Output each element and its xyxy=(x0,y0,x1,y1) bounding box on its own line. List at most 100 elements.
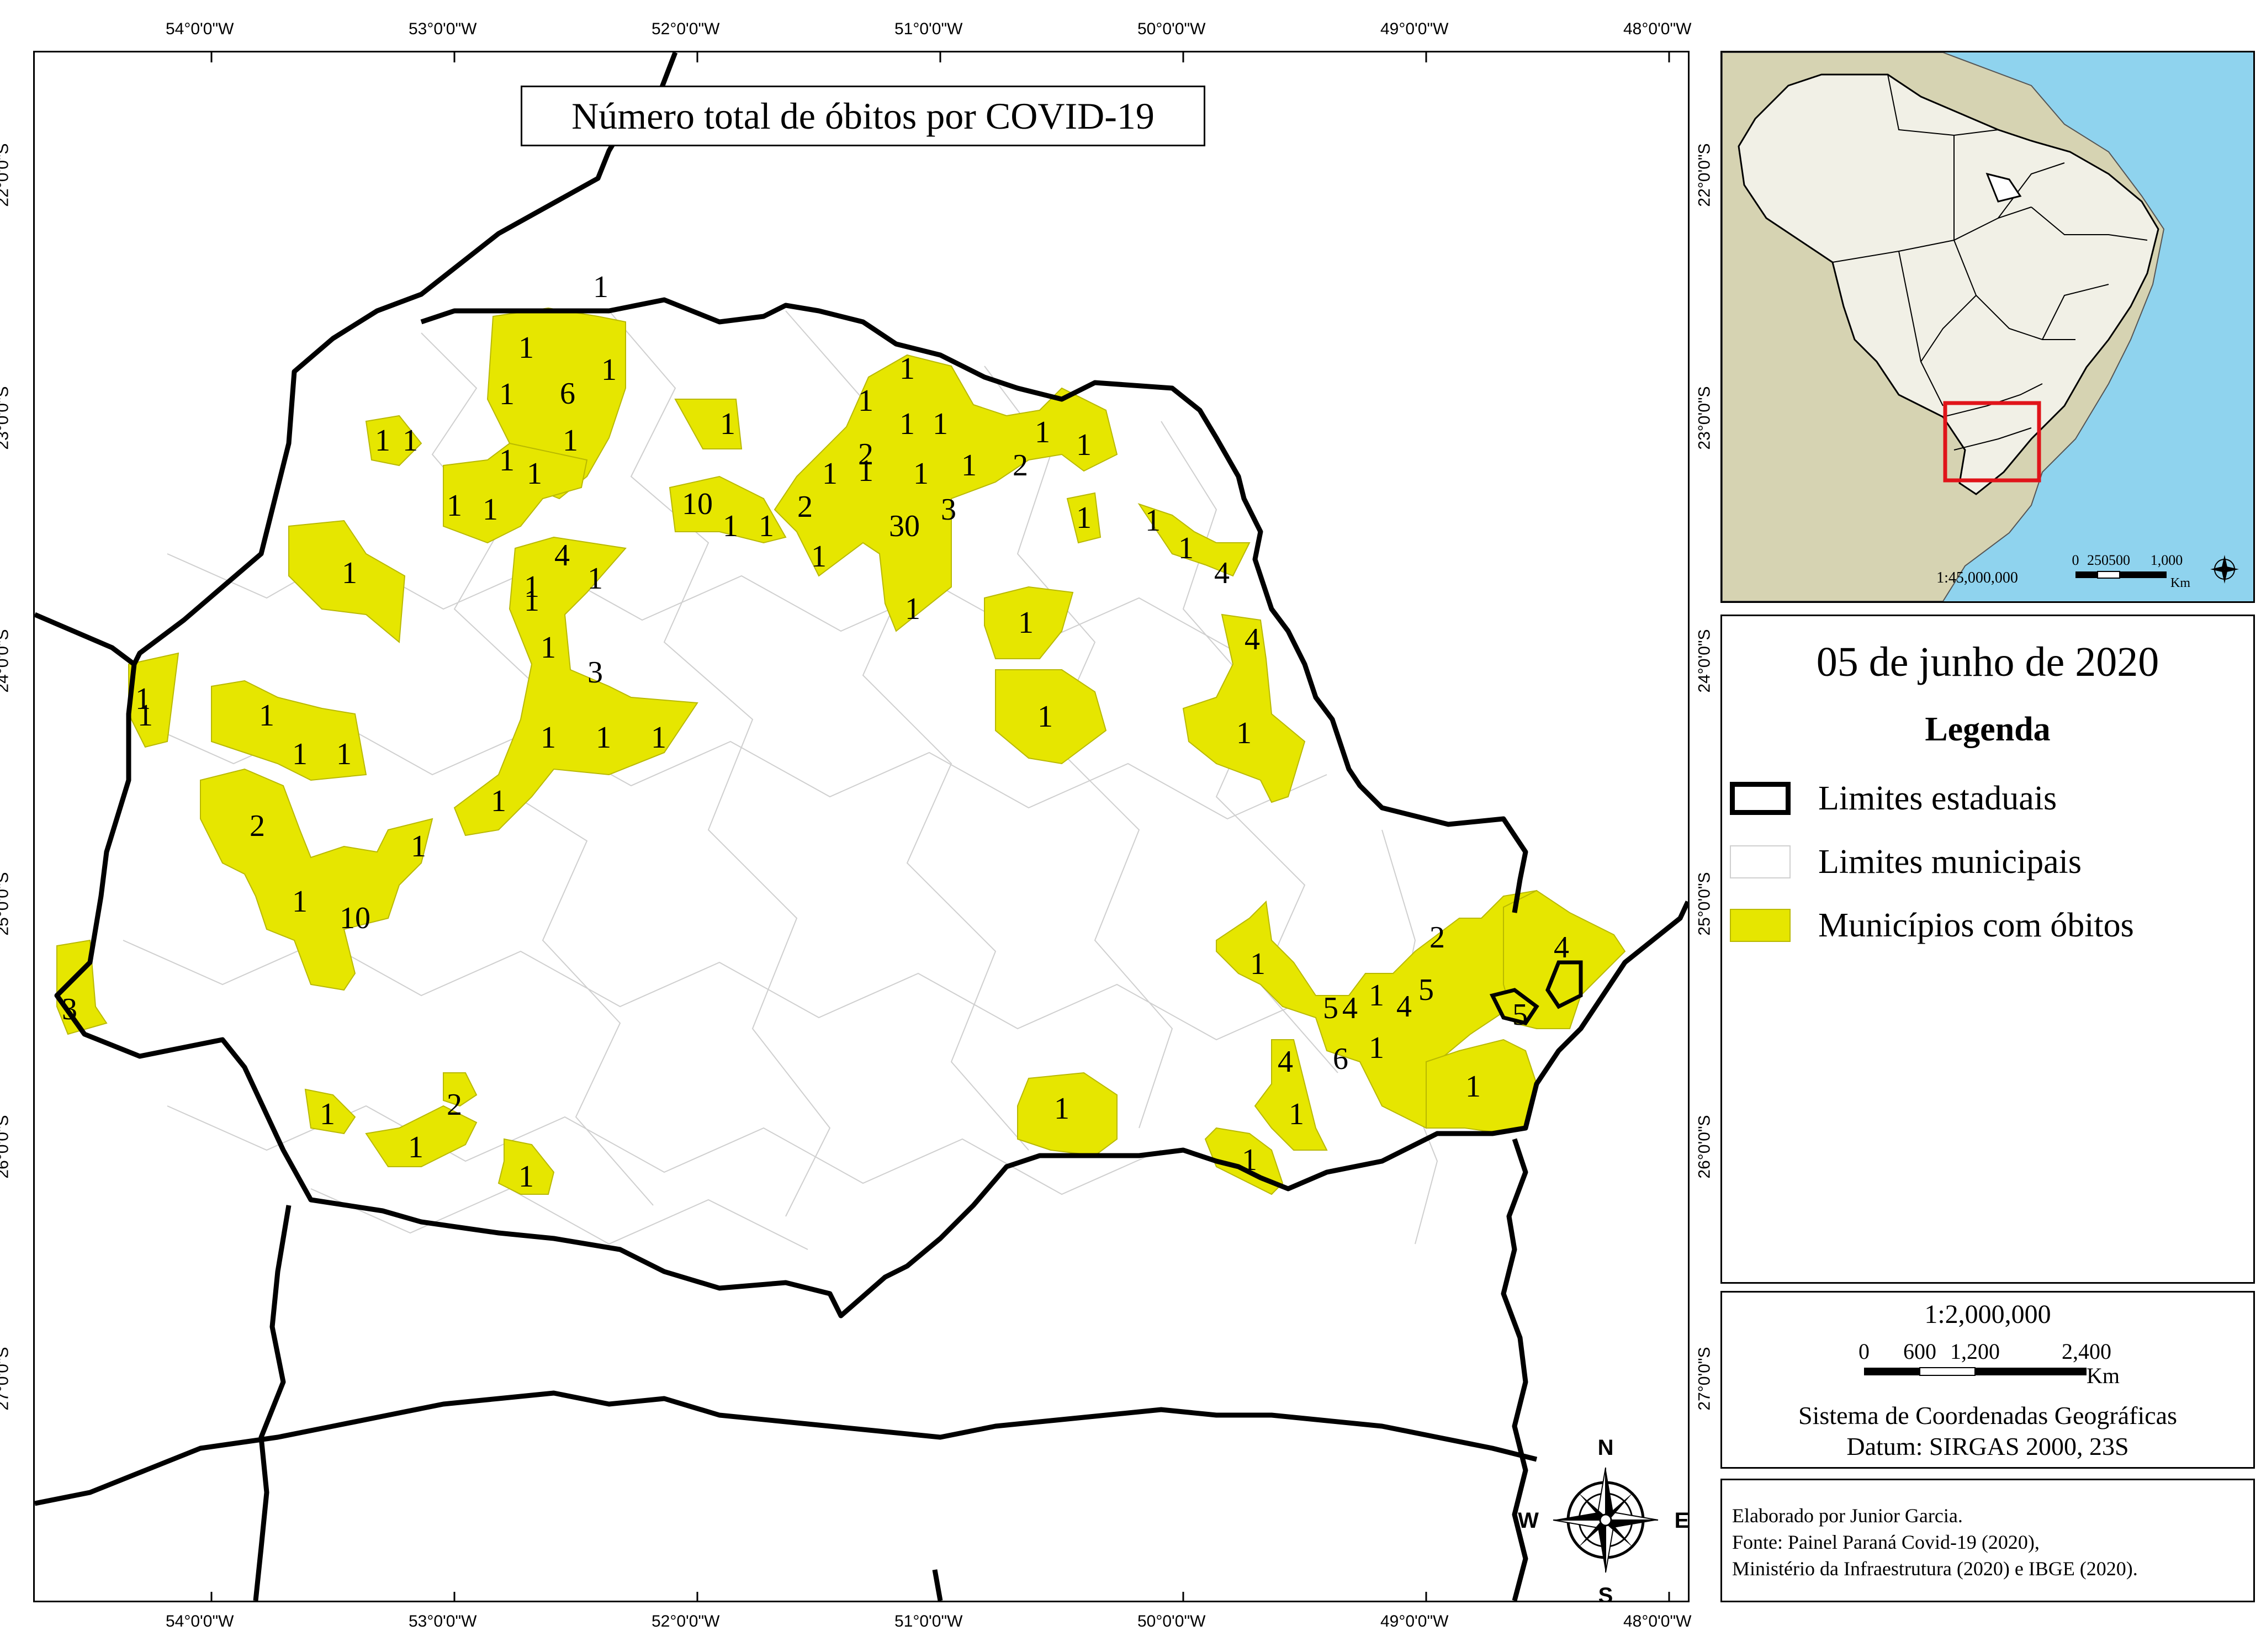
death-count-label: 1 xyxy=(587,562,603,596)
municipality-region xyxy=(1182,613,1306,803)
death-count-label: 6 xyxy=(560,377,575,411)
map-canvas: 1161111 11 11 11111 1121 1 1 21 1101 123013 1 11141… xyxy=(35,52,1688,1601)
lat-label-left: 23°0'0"S xyxy=(0,386,12,450)
inset-scale-tick: 0 xyxy=(2072,552,2079,568)
lat-label-left: 26°0'0"S xyxy=(0,1115,12,1179)
death-count-label: 1 xyxy=(541,721,556,755)
death-count-label: 1 xyxy=(596,721,611,755)
death-count-label: 3 xyxy=(62,992,77,1026)
inset-scale-tick: 1,000 xyxy=(2151,552,2183,568)
death-count-label: 1 xyxy=(1369,978,1384,1013)
legend-label: Limites municipais xyxy=(1818,843,2082,881)
death-count-label: 1 xyxy=(1054,1092,1069,1126)
death-count-label: 2 xyxy=(1429,920,1445,955)
legend-item-municipal-limits: Limites municipais xyxy=(1730,837,2082,887)
lat-label-left: 24°0'0"S xyxy=(0,629,12,693)
lon-label-bottom: 49°0'0"W xyxy=(1380,1612,1449,1630)
lon-label-bottom: 53°0'0"W xyxy=(409,1612,477,1630)
death-count-label: 4 xyxy=(1278,1045,1293,1079)
death-count-label: 1 xyxy=(499,443,515,478)
credit-source: Fonte: Painel Paraná Covid-19 (2020), xyxy=(1732,1531,2040,1553)
death-count-label: 2 xyxy=(250,809,265,843)
legend-title: Legenda xyxy=(1925,711,2051,748)
credit-author: Elaborado por Junior Garcia. xyxy=(1732,1505,1963,1527)
death-count-label: 1 xyxy=(524,584,539,618)
lon-label-top: 48°0'0"W xyxy=(1623,20,1692,38)
death-count-label: 1 xyxy=(518,331,534,365)
death-count-label: 1 xyxy=(899,352,915,386)
death-count-label: 1 xyxy=(1018,606,1034,640)
scale-tick: 2,400 xyxy=(2062,1339,2111,1364)
lon-label-bottom: 51°0'0"W xyxy=(894,1612,963,1630)
death-count-label: 10 xyxy=(682,487,713,521)
death-count-label: 1 xyxy=(336,737,352,771)
scale-tick: 0 xyxy=(1858,1339,1870,1364)
inset-locator-map[interactable]: 1:45,000,000 0 250500 1,000 Km xyxy=(1720,51,2255,603)
death-count-label: 1 xyxy=(403,423,418,458)
lat-label-right: 25°0'0"S xyxy=(1695,872,1714,936)
lon-label-bottom: 48°0'0"W xyxy=(1623,1612,1692,1630)
death-count-label: 1 xyxy=(961,448,977,483)
inset-scale-unit: Km xyxy=(2170,576,2190,590)
inset-scale-tick: 250500 xyxy=(2087,552,2130,568)
death-count-label: 4 xyxy=(1214,556,1230,590)
death-count-label: 1 xyxy=(342,556,357,590)
scale-ratio: 1:2,000,000 xyxy=(1924,1300,2051,1329)
death-count-label: 1 xyxy=(375,423,390,458)
death-count-label: 1 xyxy=(1250,947,1265,981)
death-count-label: 10 xyxy=(340,901,370,935)
death-count-label: 1 xyxy=(411,829,426,864)
death-count-label: 1 xyxy=(292,885,308,919)
deaths-swatch xyxy=(1730,909,1791,942)
death-count-label: 1 xyxy=(1076,501,1092,535)
death-count-label: 1 xyxy=(483,493,498,527)
legend-label: Limites estaduais xyxy=(1818,779,2057,817)
death-count-label: 1 xyxy=(1076,428,1092,462)
death-count-label: 1 xyxy=(1242,1143,1257,1177)
death-count-label: 1 xyxy=(563,423,578,458)
death-count-label: 1 xyxy=(292,737,308,771)
lat-label-right: 23°0'0"S xyxy=(1695,386,1714,450)
death-count-label: 1 xyxy=(541,631,556,665)
map-title: Número total de óbitos por COVID-19 xyxy=(521,86,1205,146)
death-count-label: 1 xyxy=(933,407,948,441)
lat-label-left: 27°0'0"S xyxy=(0,1347,12,1411)
main-map[interactable]: 1 1 6 1 1 1 1 1 1 1 1 1 1 1 1 1 1 1 2 1 1 1 2 1 1 10 1 1 2 30 1 3 1 1 1 1 4 1… xyxy=(33,51,1690,1602)
death-count-label: 4 xyxy=(1342,991,1358,1025)
death-count-label: 3 xyxy=(587,655,603,690)
death-count-label: 1 xyxy=(491,784,506,818)
lon-label-bottom: 50°0'0"W xyxy=(1137,1612,1206,1630)
death-count-label: 1 xyxy=(858,384,873,418)
lat-label-right: 26°0'0"S xyxy=(1695,1115,1714,1179)
death-count-label: 1 xyxy=(759,509,774,543)
lat-label-left: 22°0'0"S xyxy=(0,143,12,207)
death-count-label: 2 xyxy=(858,437,873,472)
lon-label-top: 54°0'0"W xyxy=(166,20,234,38)
compass-n: N xyxy=(1598,1436,1614,1460)
datum: Datum: SIRGAS 2000, 23S xyxy=(1846,1432,2129,1460)
death-count-label: 1 xyxy=(899,407,915,441)
scale-tick: 600 xyxy=(1903,1339,1936,1364)
scale-bar: 0 600 1,200 2,400 Km xyxy=(1858,1339,2120,1388)
death-count-label: 4 xyxy=(1396,989,1412,1024)
municipal-limit-swatch xyxy=(1730,845,1791,878)
death-count-label: 1 xyxy=(913,457,929,491)
death-count-label: 1 xyxy=(408,1130,423,1164)
death-count-label: 4 xyxy=(1554,930,1569,965)
lon-label-top: 52°0'0"W xyxy=(652,20,720,38)
death-count-label: 1 xyxy=(593,270,608,304)
inset-canvas: 1:45,000,000 0 250500 1,000 Km xyxy=(1722,52,2253,602)
municipality-region xyxy=(200,768,433,991)
death-count-label: 30 xyxy=(889,509,920,543)
map-date: 05 de junho de 2020 xyxy=(1816,639,2159,685)
death-count-label: 1 xyxy=(1037,700,1053,734)
state-limit-swatch xyxy=(1730,782,1791,815)
scale-unit: Km xyxy=(2087,1363,2120,1388)
compass-e: E xyxy=(1675,1508,1688,1533)
death-count-label: 1 xyxy=(137,698,153,733)
death-count-label: 1 xyxy=(723,509,738,543)
lon-label-top: 49°0'0"W xyxy=(1380,20,1449,38)
death-count-label: 1 xyxy=(527,457,542,491)
death-count-label: 1 xyxy=(811,539,827,574)
legend-label: Municípios com óbitos xyxy=(1818,906,2134,944)
